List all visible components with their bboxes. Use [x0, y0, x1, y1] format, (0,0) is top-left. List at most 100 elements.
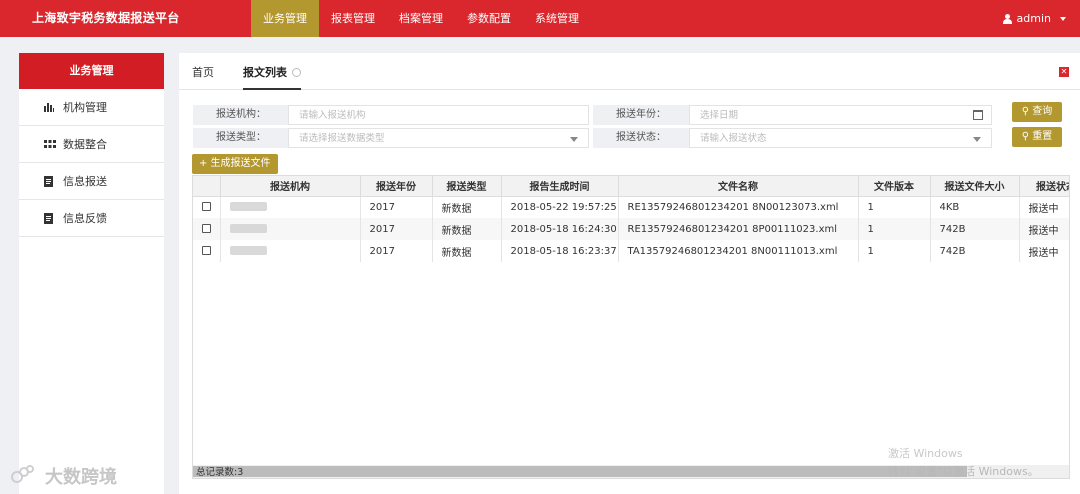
row-checkbox[interactable]	[201, 246, 211, 255]
table-row[interactable]: 2017 新数据 2018-05-18 16:24:30 RE135792468…	[193, 218, 1069, 240]
nav-item-reports[interactable]: 报表管理	[319, 0, 387, 37]
sidebar-item-label: 信息报送	[63, 175, 107, 188]
type-cell: 新数据	[432, 218, 502, 240]
main-panel: 首页 报文列表 ✕ 报送机构： 请输入报送机构 报送年份： 选择日期 ⚲ 查询 …	[179, 53, 1080, 494]
column-header[interactable]: 报送状态	[1019, 176, 1069, 197]
bar-chart-icon	[44, 101, 60, 113]
sidebar-item-report[interactable]: 信息报送	[19, 163, 164, 200]
select-all-header	[193, 176, 221, 197]
nav-item-system[interactable]: 系统管理	[523, 0, 591, 37]
row-checkbox[interactable]	[201, 224, 211, 233]
document-icon	[44, 212, 60, 224]
sidebar: 业务管理 机构管理 数据整合 信息报送 信息反馈	[19, 53, 164, 494]
sidebar-item-integration[interactable]: 数据整合	[19, 126, 164, 163]
sidebar-item-label: 数据整合	[63, 138, 107, 151]
logo-text: 大数跨境	[45, 467, 117, 488]
tab-label: 报文列表	[243, 66, 287, 79]
type-cell: 新数据	[432, 196, 502, 218]
org-input[interactable]: 请输入报送机构	[288, 105, 589, 125]
calendar-icon	[973, 110, 983, 120]
column-header[interactable]: 报告生成时间	[501, 176, 619, 197]
filter-row-1: 报送机构： 请输入报送机构 报送年份： 选择日期	[193, 105, 992, 125]
version-cell: 1	[858, 240, 931, 262]
version-cell: 1	[858, 196, 931, 218]
year-date-input[interactable]: 选择日期	[689, 105, 992, 125]
year-cell: 2017	[360, 196, 433, 218]
search-button[interactable]: ⚲ 查询	[1012, 102, 1062, 122]
close-tab-icon[interactable]	[292, 68, 301, 77]
search-icon: ⚲	[1021, 106, 1033, 117]
table-row[interactable]: 2017 新数据 2018-05-18 16:23:37 TA135792468…	[193, 240, 1069, 262]
column-header[interactable]: 报送机构	[220, 176, 361, 197]
org-label: 报送机构：	[193, 105, 288, 125]
logo-watermark: 大数跨境	[11, 463, 117, 489]
user-name: admin	[1016, 12, 1051, 25]
time-cell: 2018-05-18 16:24:30	[501, 218, 619, 240]
type-cell: 新数据	[432, 240, 502, 262]
reset-button-label: 重置	[1032, 131, 1053, 142]
column-header[interactable]: 报送文件大小	[930, 176, 1020, 197]
redacted-org	[229, 246, 267, 255]
tab-home[interactable]: 首页	[192, 53, 214, 90]
year-cell: 2017	[360, 218, 433, 240]
top-bar: 上海致宇税务数据报送平台 业务管理 报表管理 档案管理 参数配置 系统管理 ad…	[0, 0, 1080, 37]
main-nav: 业务管理 报表管理 档案管理 参数配置 系统管理	[251, 0, 591, 37]
sidebar-item-org[interactable]: 机构管理	[19, 89, 164, 126]
tab-message-list[interactable]: 报文列表	[243, 53, 301, 90]
year-placeholder: 选择日期	[700, 110, 739, 121]
message-table: 报送机构 报送年份 报送类型 报告生成时间 文件名称 文件版本 报送文件大小 报…	[192, 175, 1070, 479]
time-cell: 2018-05-22 19:57:25	[501, 196, 619, 218]
user-menu[interactable]: admin	[1002, 0, 1066, 37]
chevron-down-icon	[973, 137, 981, 142]
grid-icon	[44, 138, 60, 150]
file-cell: TA13579246801234201 8N00111013.xml	[618, 240, 859, 262]
status-placeholder: 请输入报送状态	[700, 133, 767, 144]
status-select[interactable]: 请输入报送状态	[689, 128, 992, 148]
status-cell: 报送中	[1019, 240, 1069, 262]
year-cell: 2017	[360, 240, 433, 262]
file-cell: RE13579246801234201 8P00111023.xml	[618, 218, 859, 240]
column-header[interactable]: 报送年份	[360, 176, 433, 197]
chevron-down-icon	[570, 137, 578, 142]
status-cell: 报送中	[1019, 218, 1069, 240]
row-checkbox[interactable]	[201, 202, 211, 212]
file-cell: RE13579246801234201 8N00123073.xml	[618, 196, 859, 218]
document-icon	[44, 175, 60, 187]
sidebar-item-label: 机构管理	[63, 101, 107, 114]
scrollbar-thumb[interactable]	[193, 466, 967, 477]
table-header-row: 报送机构 报送年份 报送类型 报告生成时间 文件名称 文件版本 报送文件大小 报…	[193, 176, 1069, 197]
size-cell: 742B	[930, 240, 1020, 262]
table-row[interactable]: 2017 新数据 2018-05-22 19:57:25 RE135792468…	[193, 196, 1069, 218]
column-header[interactable]: 文件版本	[858, 176, 931, 197]
nav-item-business[interactable]: 业务管理	[251, 0, 319, 37]
total-records: 总记录数:3	[196, 467, 244, 478]
org-cell	[220, 218, 361, 240]
app-brand: 上海致宇税务数据报送平台	[32, 11, 180, 25]
type-select[interactable]: 请选择报送数据类型	[288, 128, 589, 148]
version-cell: 1	[858, 218, 931, 240]
type-placeholder: 请选择报送数据类型	[299, 133, 385, 144]
size-cell: 4KB	[930, 196, 1020, 218]
windows-activation-watermark: 激活 Windows	[888, 447, 963, 460]
type-label: 报送类型：	[193, 128, 288, 148]
column-header[interactable]: 文件名称	[618, 176, 859, 197]
nav-item-params[interactable]: 参数配置	[455, 0, 523, 37]
org-cell	[220, 196, 361, 218]
redacted-org	[229, 224, 267, 233]
sidebar-item-label: 信息反馈	[63, 212, 107, 225]
logo-icon	[11, 465, 41, 487]
column-header[interactable]: 报送类型	[432, 176, 502, 197]
chevron-down-icon	[1060, 16, 1066, 21]
generate-file-button[interactable]: + 生成报送文件	[192, 154, 278, 174]
redacted-org	[229, 202, 267, 212]
sidebar-item-feedback[interactable]: 信息反馈	[19, 200, 164, 237]
close-icon[interactable]: ✕	[1059, 67, 1069, 77]
year-label: 报送年份：	[593, 105, 689, 125]
time-cell: 2018-05-18 16:23:37	[501, 240, 619, 262]
reset-button[interactable]: ⚲ 重置	[1012, 127, 1062, 147]
windows-activation-hint: 转到"设置"以激活 Windows。	[888, 465, 1039, 478]
org-cell	[220, 240, 361, 262]
nav-item-archives[interactable]: 档案管理	[387, 0, 455, 37]
size-cell: 742B	[930, 218, 1020, 240]
filter-row-2: 报送类型： 请选择报送数据类型 报送状态： 请输入报送状态	[193, 128, 992, 148]
